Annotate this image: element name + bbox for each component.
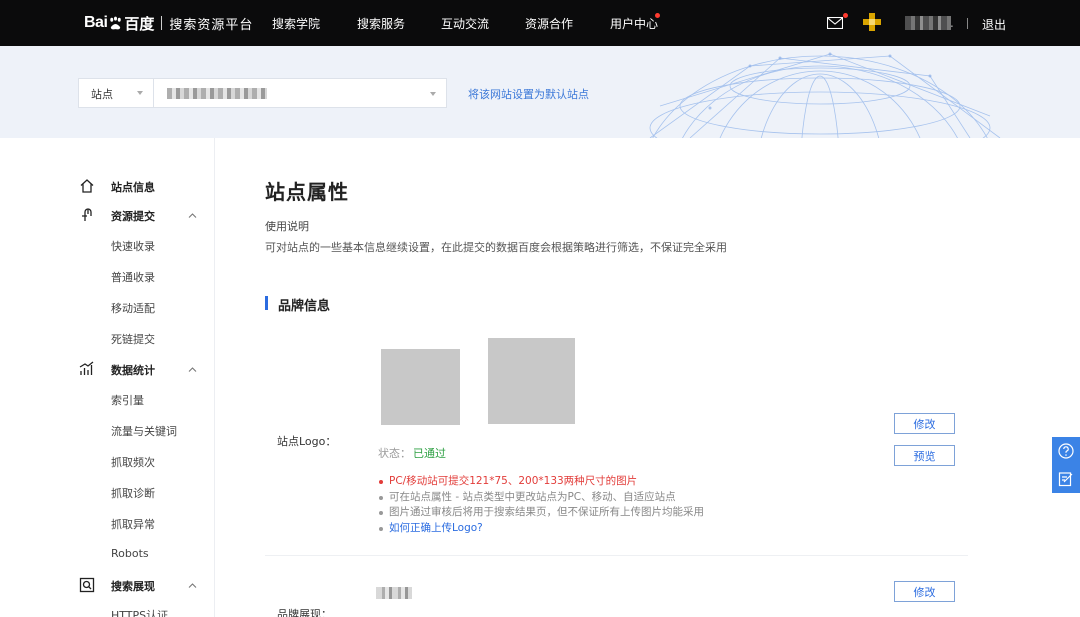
sidebar-item-https[interactable]: HTTPS认证 (111, 607, 168, 617)
section-accent-bar (265, 296, 268, 310)
site-logo-label: 站点Logo： (277, 435, 337, 448)
nav-resource-cooperation[interactable]: 资源合作 (525, 16, 573, 32)
sidebar-group-data-stats[interactable]: 数据统计 (0, 359, 215, 379)
sidebar-item-index-volume[interactable]: 索引量 (111, 392, 144, 408)
logo-text-du: 百度 (124, 14, 155, 33)
chart-icon (79, 361, 94, 375)
how-to-upload-logo-link[interactable]: 如何正确上传Logo? (379, 521, 704, 537)
logo-divider (161, 16, 163, 30)
site-url-blurred (167, 88, 267, 99)
nav-user-center[interactable]: 用户中心 (610, 16, 658, 32)
main-content: 站点属性 使用说明 可对站点的一些基本信息继续设置，在此提交的数据百度会根据策略… (216, 138, 1080, 617)
chevron-down-icon (430, 92, 436, 96)
help-icon (1058, 443, 1074, 459)
sidebar-item-traffic-keywords[interactable]: 流量与关键词 (111, 423, 177, 439)
sidebar-item-fast-index[interactable]: 快速收录 (111, 238, 155, 254)
sidebar-item-robots[interactable]: Robots (111, 547, 149, 560)
floating-toolbar (1052, 437, 1080, 493)
nav-community[interactable]: 互动交流 (441, 16, 489, 32)
baidu-logo[interactable]: Bai 百度 搜索资源平台 (84, 12, 253, 34)
nav-search-services[interactable]: 搜索服务 (357, 16, 405, 32)
paw-icon (110, 16, 122, 29)
nav-search-academy[interactable]: 搜索学院 (272, 16, 320, 32)
sidebar-item-crawl-diagnosis[interactable]: 抓取诊断 (111, 485, 155, 501)
set-default-site-link[interactable]: 将该网站设置为默认站点 (468, 86, 589, 102)
sidebar-head-label: 站点信息 (111, 181, 155, 194)
submit-icon (82, 208, 92, 221)
logo-text-bai: Bai (84, 14, 108, 31)
status-label: 状态： (378, 447, 411, 460)
chevron-up-icon[interactable] (188, 211, 197, 220)
usage-description: 可对站点的一些基本信息继续设置，在此提交的数据百度会根据策略进行筛选，不保证完全… (265, 241, 727, 254)
chevron-up-icon[interactable] (188, 365, 197, 374)
sidebar-item-dead-link[interactable]: 死链提交 (111, 331, 155, 347)
note-site-type: 可在站点属性 - 站点类型中更改站点为PC、移动、自适应站点 (379, 490, 704, 506)
usage-title: 使用说明 (265, 220, 309, 233)
help-button[interactable] (1052, 437, 1080, 465)
sidebar-head-label: 数据统计 (111, 364, 155, 377)
preview-logo-button[interactable]: 预览 (894, 445, 955, 466)
section-title-brand: 品牌信息 (278, 299, 331, 314)
brand-display-label: 品牌展现： (277, 608, 332, 617)
logo-image-large (488, 338, 575, 424)
edit-brand-button[interactable]: 修改 (894, 581, 955, 602)
vip-badge-icon[interactable] (863, 13, 881, 31)
username-trail: . (950, 16, 954, 30)
mail-notification-dot (843, 13, 848, 18)
selector-divider (153, 79, 154, 107)
site-banner: 站点 将该网站设置为默认站点 (0, 46, 1080, 138)
notification-dot (655, 13, 660, 18)
logout-link[interactable]: 退出 (982, 16, 1006, 33)
site-label: 站点 (91, 88, 113, 101)
feedback-edit-icon (1058, 472, 1073, 487)
platform-name: 搜索资源平台 (169, 17, 254, 33)
status-badge: 已通过 (413, 447, 446, 460)
sidebar-head-label: 资源提交 (111, 210, 155, 223)
sidebar-item-mobile-adapt[interactable]: 移动适配 (111, 300, 155, 316)
sidebar-item-crawl-frequency[interactable]: 抓取频次 (111, 454, 155, 470)
note-size-warning: PC/移动站可提交121*75、200*133两种尺寸的图片 (379, 474, 704, 490)
search-display-icon (79, 577, 95, 593)
top-navbar: Bai 百度 搜索资源平台 搜索学院 搜索服务 互动交流 资源合作 用户中心 .… (0, 0, 1080, 46)
sidebar-item-site-info[interactable]: 站点信息 (0, 176, 215, 196)
sidebar-item-crawl-errors[interactable]: 抓取异常 (111, 516, 155, 532)
sidebar: 站点信息 资源提交 快速收录 普通收录 移动适配 死链提交 数据统计 索引量 流… (0, 138, 215, 617)
note-review: 图片通过审核后将用于搜索结果页，但不保证所有上传图片均能采用 (379, 505, 704, 521)
sidebar-item-normal-index[interactable]: 普通收录 (111, 269, 155, 285)
sidebar-group-search-display[interactable]: 搜索展现 (0, 575, 215, 595)
chevron-up-icon[interactable] (188, 581, 197, 590)
mail-icon[interactable] (827, 17, 843, 29)
page-title: 站点属性 (265, 180, 349, 204)
feedback-button[interactable] (1052, 465, 1080, 493)
nav-divider (967, 18, 968, 29)
sidebar-head-label: 搜索展现 (111, 580, 155, 593)
row-divider (265, 555, 968, 556)
home-icon (80, 179, 94, 193)
logo-notes-list: PC/移动站可提交121*75、200*133两种尺寸的图片 可在站点属性 - … (379, 474, 704, 536)
brand-value-blurred (376, 587, 412, 599)
logo-image-small (381, 349, 460, 425)
site-selector[interactable]: 站点 (78, 78, 447, 108)
username-blurred[interactable] (905, 16, 951, 30)
sidebar-group-resource-submit[interactable]: 资源提交 (0, 205, 215, 225)
edit-logo-button[interactable]: 修改 (894, 413, 955, 434)
caret-down-icon (137, 91, 143, 95)
globe-decoration (649, 52, 1001, 138)
